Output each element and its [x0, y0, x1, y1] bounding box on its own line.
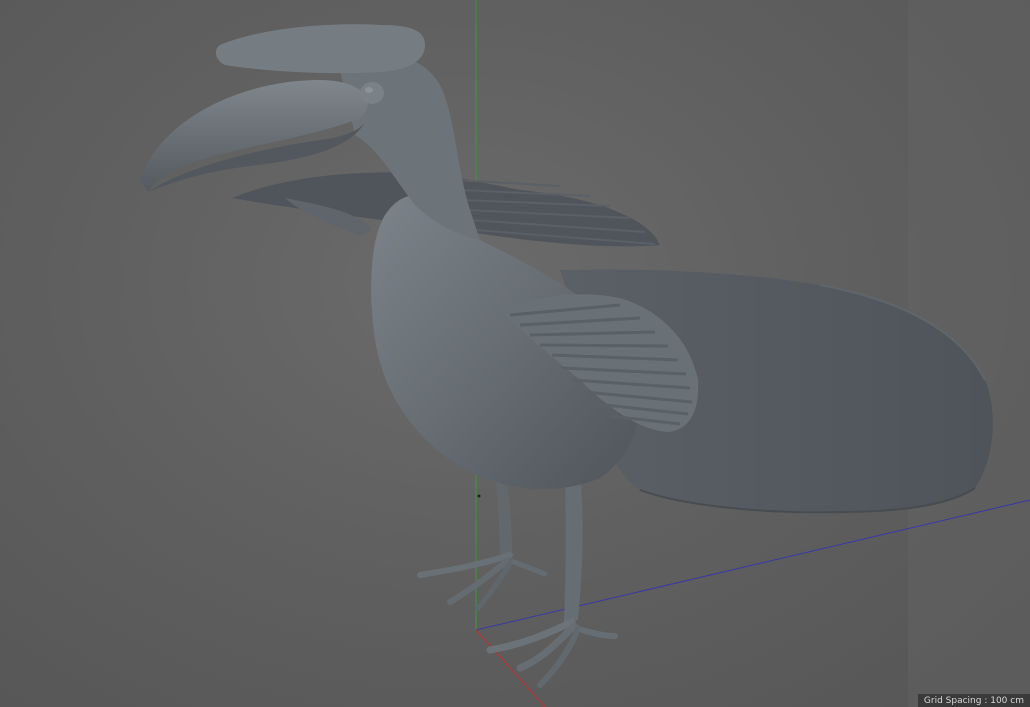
- left-leg: [417, 470, 548, 611]
- origin-dot: [477, 494, 481, 498]
- casque: [215, 24, 425, 74]
- grid-spacing-label: Grid Spacing : 100 cm: [917, 694, 1030, 707]
- eye: [360, 82, 384, 104]
- viewport-scene: [140, 0, 1030, 707]
- 3d-viewport[interactable]: Grid Spacing : 100 cm: [0, 0, 1030, 707]
- eye-highlight: [365, 87, 373, 93]
